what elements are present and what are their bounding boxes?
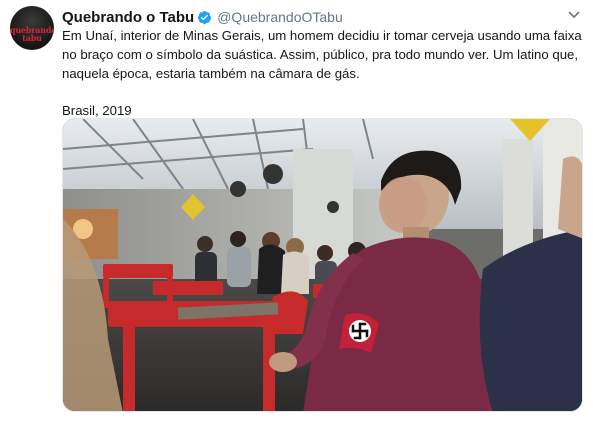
tweet-text-line: naquela época, estaria também na câmara … [62, 66, 360, 81]
tweet-text-line: no braço com o símbolo da suástica. Assi… [62, 47, 579, 62]
bar-scene-photo [63, 119, 582, 411]
avatar-logo-text: quebrando tabu [10, 25, 54, 43]
chevron-down-icon[interactable] [567, 8, 581, 22]
tweet-photo[interactable] [62, 118, 583, 412]
tweet-card[interactable]: quebrando tabu Quebrando o Tabu @Quebran… [0, 0, 593, 425]
tweet-body: Em Unaí, interior de Minas Gerais, um ho… [62, 26, 582, 120]
tweet-header: Quebrando o Tabu @QuebrandoOTabu [62, 8, 343, 26]
tweet-text-line: Em Unaí, interior de Minas Gerais, um ho… [62, 28, 582, 43]
avatar[interactable]: quebrando tabu [10, 6, 54, 50]
verified-badge-icon [198, 10, 212, 24]
author-handle[interactable]: @QuebrandoOTabu [217, 9, 343, 25]
author-display-name[interactable]: Quebrando o Tabu [62, 9, 194, 26]
